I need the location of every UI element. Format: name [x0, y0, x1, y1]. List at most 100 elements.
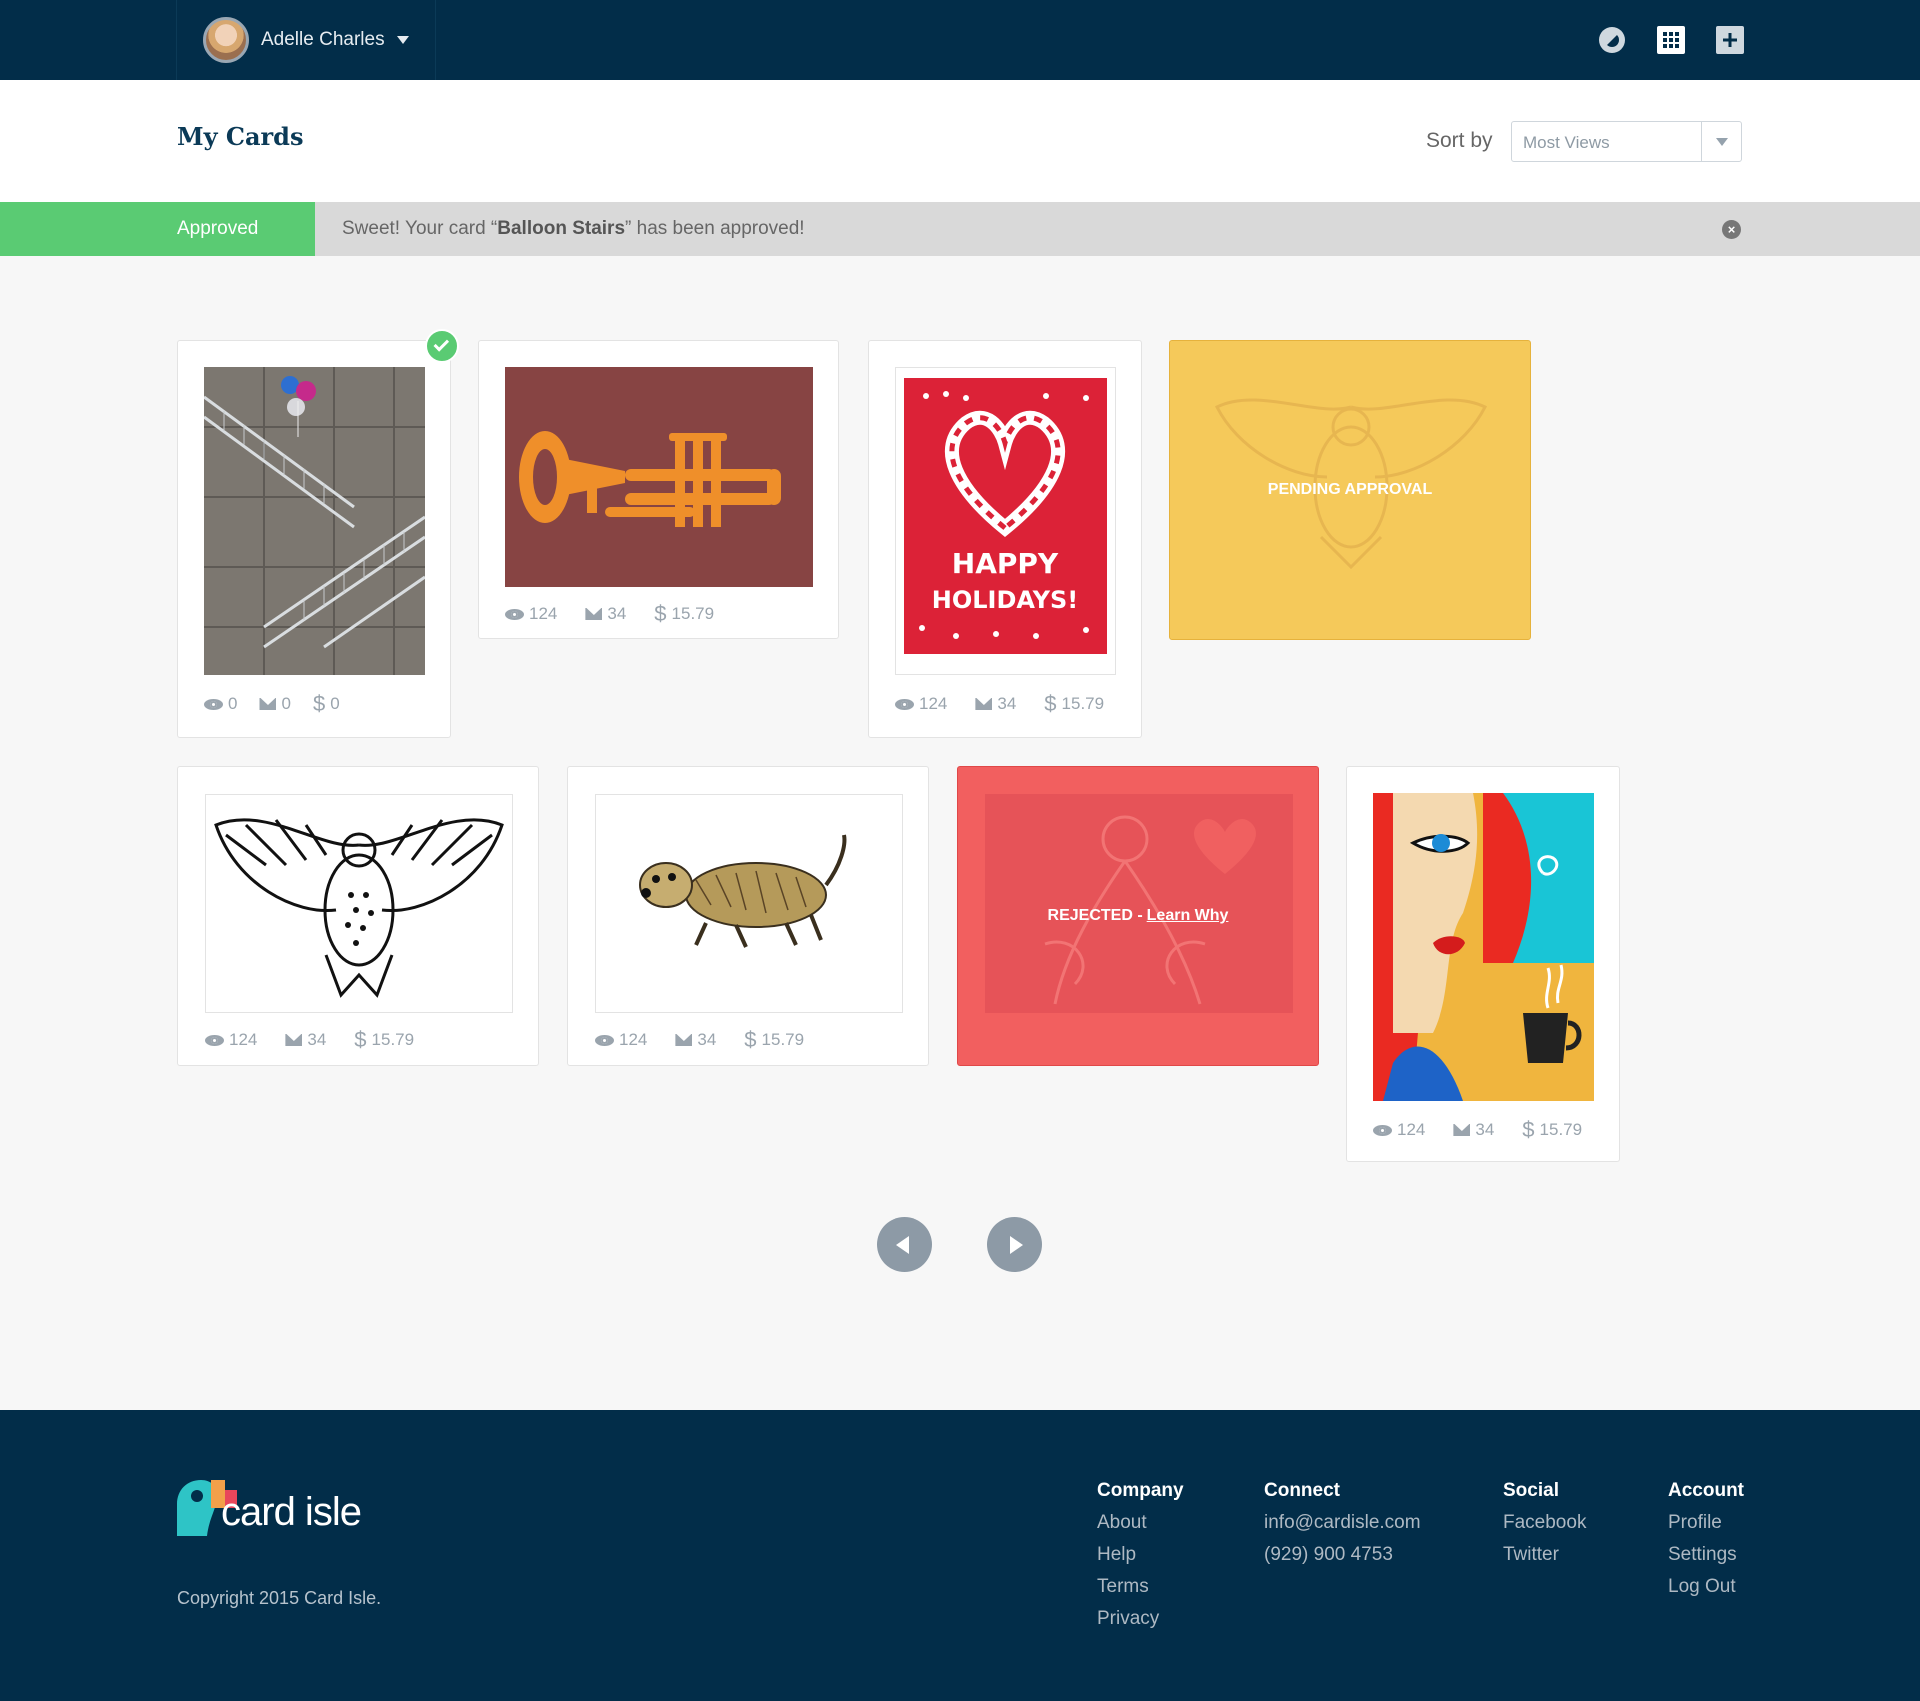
sends-count: 34	[607, 604, 627, 623]
card-thumbnail[interactable]	[205, 794, 513, 1013]
learn-why-link[interactable]: Learn Why	[1147, 907, 1229, 925]
footer: card isle Copyright 2015 Card Isle. Comp…	[0, 1410, 1920, 1701]
owl-image	[214, 818, 504, 998]
eye-icon	[205, 1034, 224, 1046]
card-trumpet[interactable]: 124 34 $15.79	[478, 340, 839, 639]
footer-link-facebook[interactable]: Facebook	[1503, 1512, 1586, 1534]
dollar-icon: $	[1522, 1117, 1535, 1142]
earnings-amount: 0	[330, 694, 340, 713]
card-stats: 124 34 $15.79	[205, 1029, 414, 1051]
dollar-icon: $	[744, 1027, 757, 1052]
avatar[interactable]	[203, 17, 249, 63]
user-name[interactable]: Adelle Charles	[261, 29, 385, 51]
card-dog[interactable]: 124 34 $15.79	[567, 766, 929, 1066]
sends-count: 0	[281, 694, 291, 713]
dashboard-button[interactable]	[1598, 26, 1626, 54]
logo-text: card isle	[221, 1490, 362, 1534]
views-count: 124	[529, 604, 558, 623]
card-stats: 0 0 $0	[204, 693, 340, 715]
sends-count: 34	[1475, 1120, 1495, 1139]
views-count: 124	[619, 1030, 648, 1049]
holidays-image: HAPPY HOLIDAYS!	[904, 378, 1107, 654]
card-thumbnail[interactable]	[204, 367, 425, 675]
eye-icon	[1373, 1124, 1392, 1136]
card-stats: 124 34 $15.79	[895, 693, 1104, 715]
card-balloon-stairs[interactable]: 0 0 $0	[177, 340, 451, 738]
card-pending[interactable]: PENDING APPROVAL	[1169, 340, 1531, 640]
approval-alert: Approved Sweet! Your card “Balloon Stair…	[0, 202, 1920, 256]
card-happy-holidays[interactable]: HAPPY HOLIDAYS! 124 34 $15.79	[868, 340, 1142, 738]
sort-value[interactable]: Most Views	[1523, 133, 1610, 153]
card-rejected[interactable]: REJECTED - Learn Why	[957, 766, 1319, 1066]
dollar-icon: $	[1044, 691, 1057, 716]
footer-column-account: Account Profile Settings Log Out	[1668, 1480, 1744, 1608]
card-thumbnail[interactable]	[595, 794, 903, 1013]
footer-heading: Account	[1668, 1480, 1744, 1501]
card-abstract-woman[interactable]: 124 34 $15.79	[1346, 766, 1620, 1162]
abstract-woman-image	[1373, 793, 1594, 1101]
sends-count: 34	[307, 1030, 327, 1049]
eye-icon	[505, 608, 524, 620]
footer-link-twitter[interactable]: Twitter	[1503, 1544, 1586, 1566]
footer-link-email[interactable]: info@cardisle.com	[1264, 1512, 1421, 1534]
svg-text:HOLIDAYS!: HOLIDAYS!	[932, 586, 1079, 614]
user-menu[interactable]: Adelle Charles	[176, 0, 436, 80]
rejected-status: REJECTED - Learn Why	[1047, 907, 1229, 925]
sort-label: Sort by	[1426, 129, 1493, 152]
envelope-icon	[675, 1034, 693, 1046]
card-stats: 124 34 $15.79	[595, 1029, 804, 1051]
footer-link-phone[interactable]: (929) 900 4753	[1264, 1544, 1421, 1566]
earnings-amount: 15.79	[671, 604, 715, 623]
dollar-icon: $	[312, 691, 326, 716]
close-icon[interactable]: ×	[1722, 220, 1741, 239]
alert-card-name: Balloon Stairs	[497, 218, 626, 239]
card-owl[interactable]: 124 34 $15.79	[177, 766, 539, 1066]
page-title: My Cards	[177, 122, 304, 151]
add-card-button[interactable]	[1716, 26, 1744, 54]
grid-view-button[interactable]	[1657, 26, 1685, 54]
previous-page-button[interactable]	[877, 1217, 932, 1272]
arrow-right-icon	[1010, 1235, 1023, 1254]
card-stats: 124 34 $15.79	[505, 603, 714, 625]
stairs-image	[204, 367, 425, 675]
footer-heading: Connect	[1264, 1480, 1340, 1501]
trumpet-image	[505, 367, 813, 587]
footer-link-privacy[interactable]: Privacy	[1097, 1608, 1184, 1630]
sort-select[interactable]: Most Views	[1511, 121, 1742, 162]
sort-dropdown-button[interactable]	[1701, 122, 1741, 161]
footer-column-social: Social Facebook Twitter	[1503, 1480, 1586, 1576]
alert-message: Sweet! Your card “Balloon Stairs” has be…	[342, 218, 805, 239]
eye-icon	[895, 698, 914, 710]
footer-link-settings[interactable]: Settings	[1668, 1544, 1744, 1566]
card-thumbnail[interactable]: HAPPY HOLIDAYS!	[895, 367, 1116, 675]
dollar-icon: $	[654, 601, 667, 626]
footer-link-help[interactable]: Help	[1097, 1544, 1184, 1566]
footer-link-logout[interactable]: Log Out	[1668, 1576, 1744, 1598]
alert-tag: Approved	[0, 202, 315, 256]
views-count: 124	[1397, 1120, 1426, 1139]
approved-check-icon	[425, 329, 459, 363]
footer-link-about[interactable]: About	[1097, 1512, 1184, 1534]
earnings-amount: 15.79	[371, 1030, 415, 1049]
envelope-icon	[975, 698, 993, 710]
card-thumbnail[interactable]	[505, 367, 813, 587]
footer-link-terms[interactable]: Terms	[1097, 1576, 1184, 1598]
envelope-icon	[259, 698, 277, 710]
footer-column-connect: Connect info@cardisle.com (929) 900 4753	[1264, 1480, 1421, 1576]
footer-column-company: Company About Help Terms Privacy	[1097, 1480, 1184, 1640]
footer-heading: Social	[1503, 1480, 1559, 1501]
envelope-icon	[285, 1034, 303, 1046]
copyright: Copyright 2015 Card Isle.	[177, 1588, 382, 1608]
footer-link-profile[interactable]: Profile	[1668, 1512, 1744, 1534]
dashboard-icon	[1599, 27, 1625, 53]
eye-icon	[595, 1034, 614, 1046]
views-count: 0	[228, 694, 238, 713]
envelope-icon	[585, 608, 603, 620]
earnings-amount: 15.79	[1539, 1120, 1583, 1139]
next-page-button[interactable]	[987, 1217, 1042, 1272]
chevron-down-icon[interactable]	[396, 36, 409, 44]
card-stats: 124 34 $15.79	[1373, 1119, 1582, 1141]
card-thumbnail[interactable]	[1373, 793, 1594, 1101]
chevron-down-icon	[1715, 137, 1728, 146]
card-isle-logo[interactable]: card isle	[177, 1478, 377, 1538]
